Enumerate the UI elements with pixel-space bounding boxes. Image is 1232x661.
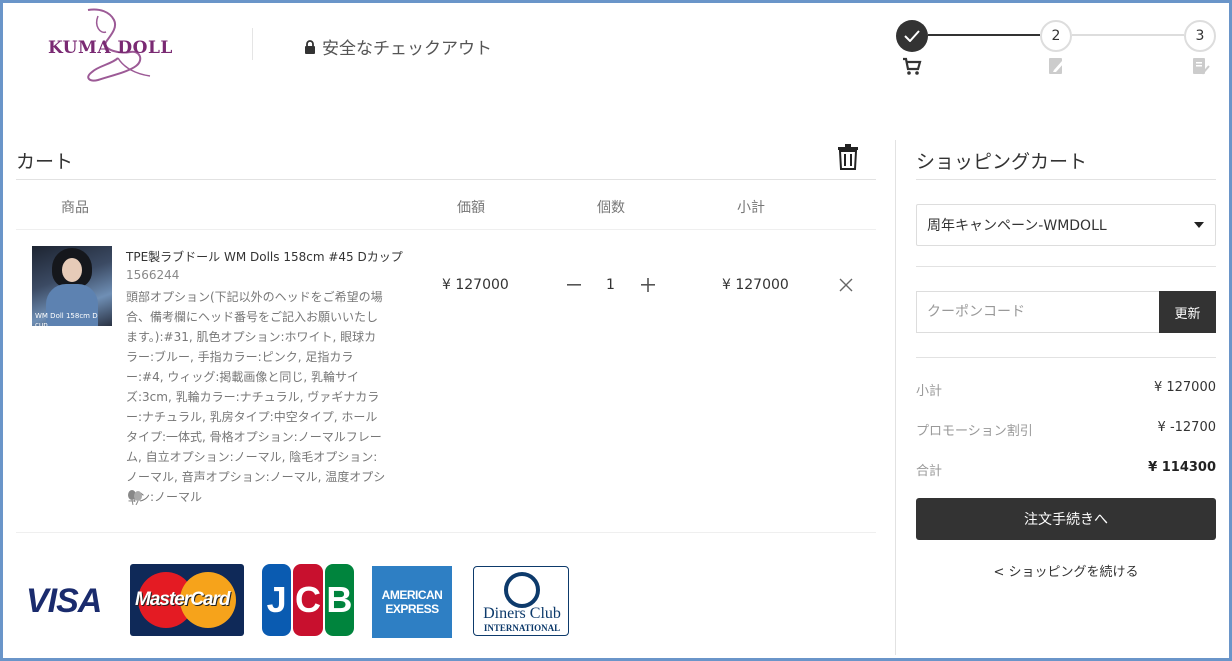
trash-icon[interactable] — [836, 144, 860, 170]
step-3-circle: 3 — [1184, 20, 1216, 52]
promotion-value: ¥ -12700 — [1157, 420, 1216, 435]
diners-circle-icon — [504, 572, 540, 608]
kuma-doll-logo[interactable]: KUMA DOLL — [40, 6, 180, 86]
item-divider — [16, 532, 876, 533]
edit-form-icon — [1049, 58, 1064, 74]
summary-title: ショッピングカート — [916, 151, 1088, 173]
diners-logo: Diners Club INTERNATIONAL — [473, 566, 569, 636]
coupon-input[interactable] — [916, 291, 1160, 333]
table-header-divider — [16, 229, 876, 230]
cart-title: カート — [16, 151, 74, 173]
close-icon[interactable] — [838, 277, 854, 293]
total-label: 合計 — [916, 464, 943, 479]
item-price: ¥ 127000 — [442, 277, 509, 293]
product-options: 頭部オプション(下記以外のヘッドをご希望の場合、備考欄にヘッド番号をご記入お願い… — [126, 290, 386, 504]
checkout-steps: 2 3 — [896, 20, 1216, 82]
amex-line2: EXPRESS — [385, 602, 439, 616]
subtotal-value: ¥ 127000 — [1153, 380, 1216, 395]
promotion-label: プロモーション割引 — [916, 424, 1033, 439]
summary-title-divider — [916, 179, 1216, 180]
jcb-c: C — [293, 564, 323, 636]
jcb-j: J — [262, 564, 292, 636]
secure-checkout-text: 安全なチェックアウト — [322, 39, 492, 59]
promotion-select-value: 周年キャンペーン-WMDOLL — [927, 218, 1107, 234]
mastercard-logo: MasterCard — [130, 564, 244, 636]
product-image-face — [62, 258, 82, 282]
col-product: 商品 — [61, 200, 89, 216]
diners-line2: INTERNATIONAL — [483, 623, 561, 633]
quantity-value[interactable]: 1 — [606, 277, 615, 293]
step-3-number: 3 — [1195, 28, 1205, 44]
coupon-divider — [916, 357, 1216, 358]
step-line-2 — [1072, 34, 1184, 36]
plus-icon[interactable] — [639, 276, 657, 294]
jcb-b: B — [324, 564, 354, 636]
step-1-circle — [896, 20, 928, 52]
logo-text: KUMA DOLL — [48, 38, 173, 58]
update-button[interactable]: 更新 — [1159, 291, 1216, 333]
check-icon — [904, 30, 920, 42]
product-name[interactable]: TPE製ラブドール WM Dolls 158cm #45 Dカップ — [126, 248, 403, 265]
visa-logo: VISA — [26, 582, 102, 620]
col-quantity: 個数 — [597, 200, 625, 216]
cart-header-divider — [16, 179, 876, 180]
step-line-1 — [928, 34, 1040, 36]
item-subtotal: ¥ 127000 — [722, 277, 789, 293]
jcb-logo: J C B — [262, 564, 354, 636]
mastercard-text: MasterCard — [135, 589, 231, 610]
total-value: ¥ 114300 — [1148, 460, 1216, 475]
checkout-button[interactable]: 注文手続きへ — [916, 498, 1216, 540]
subtotal-label: 小計 — [916, 384, 943, 399]
minus-icon[interactable] — [565, 276, 583, 294]
product-sku: 1566244 — [126, 268, 180, 282]
cart-icon — [903, 57, 922, 75]
continue-shopping-link[interactable]: < ショッピングを続ける — [916, 561, 1216, 580]
step-2-number: 2 — [1051, 28, 1061, 44]
amex-logo: AMERICAN EXPRESS — [372, 566, 452, 638]
product-image[interactable]: WM Doll 158cm D cup — [32, 246, 112, 326]
order-confirm-icon — [1193, 58, 1210, 75]
lock-icon — [305, 39, 315, 54]
promotion-select[interactable]: 周年キャンペーン-WMDOLL — [916, 204, 1216, 246]
step-2-circle: 2 — [1040, 20, 1072, 52]
diners-line1: Diners Club — [483, 605, 561, 622]
header-divider — [252, 28, 253, 60]
col-subtotal: 小計 — [737, 200, 765, 216]
secure-checkout-label: 安全なチェックアウト — [304, 34, 492, 59]
product-image-caption: WM Doll 158cm D cup — [35, 312, 98, 326]
col-price: 価額 — [457, 200, 485, 216]
balloon-icon — [128, 490, 142, 505]
select-divider — [916, 266, 1216, 267]
caret-down-icon — [1194, 222, 1204, 228]
column-divider — [895, 140, 896, 655]
amex-line1: AMERICAN — [381, 588, 443, 602]
